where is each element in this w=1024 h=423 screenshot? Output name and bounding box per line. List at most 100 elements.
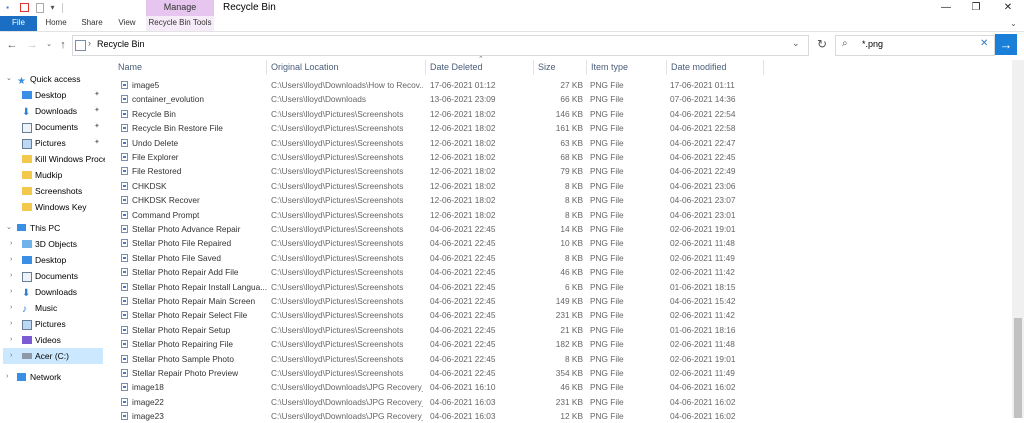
nav-windows-key[interactable]: Windows Key <box>0 199 105 215</box>
pin-icon[interactable]: ✦ <box>94 103 100 119</box>
table-row[interactable]: File Explorer C:\Users\lloyd\Pictures\Scr… <box>110 150 770 164</box>
column-divider[interactable] <box>763 60 764 75</box>
table-row[interactable]: image5 C:\Users\lloyd\Downloads\How to Re… <box>110 78 770 92</box>
nav-kill-windows-process[interactable]: Kill Windows Proces <box>0 151 105 167</box>
nav-pc-downloads[interactable]: › ⬇ Downloads <box>0 284 105 300</box>
tab-home[interactable]: Home <box>40 16 72 31</box>
search-go-button[interactable]: → <box>995 34 1017 55</box>
nav-documents[interactable]: Documents ✦ <box>0 119 105 135</box>
up-arrow-icon[interactable]: ↑ <box>56 38 70 52</box>
chevron-right-icon[interactable]: › <box>10 268 12 284</box>
table-row[interactable]: CHKDSK C:\Users\lloyd\Pictures\Screenshot… <box>110 179 770 193</box>
back-arrow-icon[interactable]: ← <box>5 38 19 52</box>
chevron-right-icon[interactable]: › <box>10 300 12 316</box>
properties-icon[interactable] <box>20 3 29 12</box>
pin-icon[interactable]: ✦ <box>94 119 100 135</box>
chevron-right-icon[interactable]: › <box>6 369 8 385</box>
table-row[interactable]: Stellar Repair Photo Preview C:\Users\llo… <box>110 366 770 380</box>
table-row[interactable]: Stellar Photo Sample Photo C:\Users\lloyd… <box>110 352 770 366</box>
table-row[interactable]: Recycle Bin C:\Users\lloyd\Pictures\Scree… <box>110 107 770 121</box>
chevron-right-icon[interactable]: › <box>10 284 12 300</box>
chevron-right-icon[interactable]: › <box>10 348 12 364</box>
customize-quick-access-icon[interactable]: ▾ <box>48 3 57 12</box>
table-row[interactable]: image23 C:\Users\lloyd\Downloads\JPG Reco… <box>110 409 770 423</box>
nav-desktop[interactable]: Desktop ✦ <box>0 87 105 103</box>
table-row[interactable]: Stellar Photo Repair Setup C:\Users\lloyd… <box>110 323 770 337</box>
tab-view[interactable]: View <box>112 16 142 31</box>
table-row[interactable]: Undo Delete C:\Users\lloyd\Pictures\Scree… <box>110 136 770 150</box>
restore-button[interactable]: ❐ <box>962 0 990 16</box>
nav-label: Mudkip <box>35 170 63 180</box>
nav-quick-access[interactable]: ⌄ ★ Quick access <box>0 71 105 87</box>
chevron-right-icon[interactable]: › <box>10 236 12 252</box>
column-divider[interactable] <box>533 60 534 75</box>
table-row[interactable]: container_evolution C:\Users\lloyd\Downlo… <box>110 92 770 106</box>
address-dropdown-icon[interactable]: ⌄ <box>792 38 800 49</box>
breadcrumb-chevron-icon[interactable]: › <box>88 38 91 48</box>
table-row[interactable]: Stellar Photo Repair Install Langua... C:… <box>110 280 770 294</box>
chevron-down-icon[interactable]: ⌄ <box>6 71 12 87</box>
nav-downloads[interactable]: ⬇ Downloads ✦ <box>0 103 105 119</box>
refresh-icon[interactable]: ↻ <box>814 35 830 54</box>
table-row[interactable]: Stellar Photo Repair Select File C:\Users… <box>110 308 770 322</box>
table-row[interactable]: File Restored C:\Users\lloyd\Pictures\Scr… <box>110 164 770 178</box>
nav-network[interactable]: › Network <box>0 369 105 385</box>
table-row[interactable]: image22 C:\Users\lloyd\Downloads\JPG Reco… <box>110 395 770 409</box>
table-row[interactable]: Stellar Photo Repair Add File C:\Users\ll… <box>110 265 770 279</box>
pin-icon[interactable]: ✦ <box>94 135 100 151</box>
nav-screenshots[interactable]: Screenshots <box>0 183 105 199</box>
table-row[interactable]: Stellar Photo File Saved C:\Users\lloyd\P… <box>110 251 770 265</box>
clear-search-icon[interactable]: ✕ <box>980 38 988 49</box>
column-date-modified[interactable]: Date modified <box>671 62 727 72</box>
nav-3d-objects[interactable]: › 3D Objects <box>0 236 105 252</box>
table-row[interactable]: Stellar Photo Advance Repair C:\Users\llo… <box>110 222 770 236</box>
new-folder-icon[interactable] <box>36 3 44 13</box>
table-row[interactable]: Command Prompt C:\Users\lloyd\Pictures\Sc… <box>110 208 770 222</box>
search-input[interactable] <box>835 35 995 56</box>
nav-music[interactable]: › ♪ Music <box>0 300 105 316</box>
column-divider[interactable] <box>666 60 667 75</box>
table-row[interactable]: image18 C:\Users\lloyd\Downloads\JPG Reco… <box>110 380 770 394</box>
table-row[interactable]: Stellar Photo File Repaired C:\Users\lloy… <box>110 236 770 250</box>
table-row[interactable]: CHKDSK Recover C:\Users\lloyd\Pictures\Sc… <box>110 193 770 207</box>
manage-tab[interactable]: Manage <box>146 0 214 16</box>
expand-ribbon-icon[interactable]: ⌄ <box>1010 19 1017 28</box>
address-bar[interactable] <box>72 35 809 56</box>
chevron-right-icon[interactable]: › <box>10 252 12 268</box>
column-item-type[interactable]: Item type <box>591 62 628 72</box>
tab-share[interactable]: Share <box>76 16 108 31</box>
column-size[interactable]: Size <box>538 62 556 72</box>
nav-pc-pictures[interactable]: › Pictures <box>0 316 105 332</box>
nav-videos[interactable]: › Videos <box>0 332 105 348</box>
scrollbar-thumb[interactable] <box>1014 318 1022 418</box>
column-original-location[interactable]: Original Location <box>271 62 339 72</box>
table-row[interactable]: Stellar Photo Repairing File C:\Users\llo… <box>110 337 770 351</box>
forward-arrow-icon[interactable]: → <box>25 38 39 52</box>
column-name[interactable]: Name <box>118 62 142 72</box>
column-divider[interactable] <box>425 60 426 75</box>
table-row[interactable]: Stellar Photo Repair Main Screen C:\Users… <box>110 294 770 308</box>
date-modified: 01-06-2021 18:15 <box>670 281 736 292</box>
nav-mudkip[interactable]: Mudkip <box>0 167 105 183</box>
tab-recycle-bin-tools[interactable]: Recycle Bin Tools <box>146 16 214 31</box>
nav-this-pc[interactable]: ⌄ This PC <box>0 220 105 236</box>
pin-icon[interactable]: ✦ <box>94 87 100 103</box>
chevron-down-icon[interactable]: ⌄ <box>6 220 12 236</box>
column-divider[interactable] <box>586 60 587 75</box>
recent-locations-icon[interactable]: ⌄ <box>42 38 56 52</box>
close-button[interactable]: ✕ <box>994 0 1022 16</box>
minimize-button[interactable]: — <box>932 0 960 16</box>
nav-acer-drive[interactable]: › Acer (C:) <box>3 348 103 364</box>
search-query-text[interactable]: *.png <box>862 39 883 49</box>
nav-pc-documents[interactable]: › Documents <box>0 268 105 284</box>
column-divider[interactable] <box>266 60 267 75</box>
original-location: C:\Users\lloyd\Pictures\Screenshots <box>271 238 404 249</box>
table-row[interactable]: Recycle Bin Restore File C:\Users\lloyd\P… <box>110 121 770 135</box>
column-date-deleted[interactable]: Date Deleted <box>430 62 483 72</box>
tab-file[interactable]: File <box>0 16 37 31</box>
nav-pictures[interactable]: Pictures ✦ <box>0 135 105 151</box>
chevron-right-icon[interactable]: › <box>10 316 12 332</box>
breadcrumb-recycle-bin[interactable]: Recycle Bin <box>97 39 145 49</box>
chevron-right-icon[interactable]: › <box>10 332 12 348</box>
nav-pc-desktop[interactable]: › Desktop <box>0 252 105 268</box>
